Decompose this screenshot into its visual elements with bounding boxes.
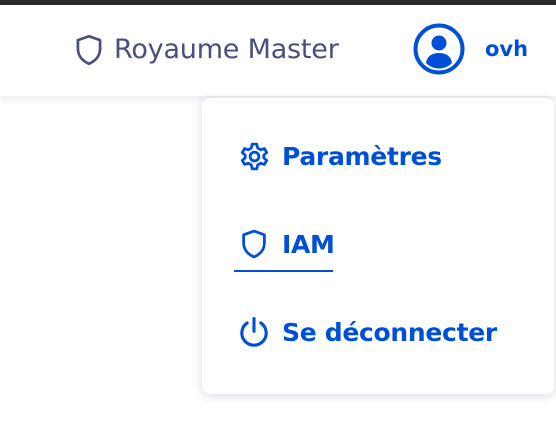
top-bar: Royaume Master ovh	[0, 5, 556, 96]
menu-item-settings[interactable]: Paramètres	[236, 136, 442, 176]
username[interactable]: ovh	[485, 23, 528, 75]
realm-name: Royaume Master	[114, 34, 339, 65]
active-item-underline	[234, 270, 333, 272]
menu-item-label: IAM	[282, 229, 335, 259]
power-icon	[236, 314, 272, 350]
gear-icon	[236, 138, 272, 174]
shield-icon	[236, 226, 272, 262]
menu-item-logout[interactable]: Se déconnecter	[236, 312, 497, 352]
realm-indicator: Royaume Master	[72, 33, 339, 67]
menu-item-label: Paramètres	[282, 141, 442, 171]
menu-item-iam[interactable]: IAM	[236, 224, 335, 264]
user-avatar-icon[interactable]	[412, 22, 466, 76]
user-menu-toggle[interactable]: ovh	[412, 23, 528, 75]
shield-icon	[72, 33, 106, 67]
user-dropdown-menu: Paramètres IAM Se déconnecter	[202, 98, 554, 394]
menu-item-label: Se déconnecter	[282, 317, 497, 347]
